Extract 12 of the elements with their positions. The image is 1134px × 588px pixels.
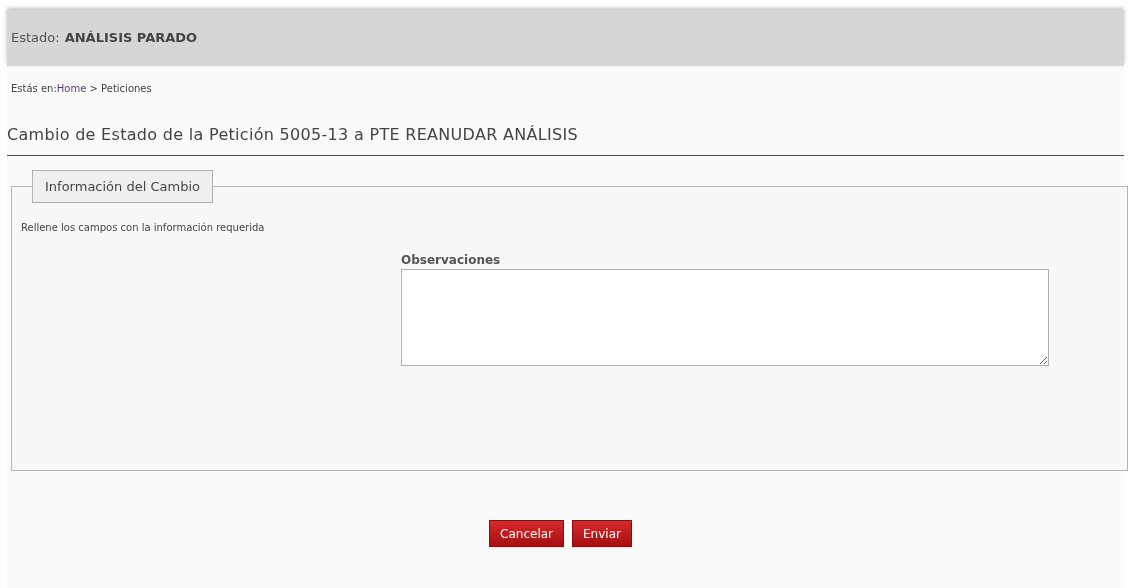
field-label: Observaciones bbox=[401, 252, 502, 268]
page-title: Cambio de Estado de la Petición 5005-13 a PTE REANUDAR ANÁLISIS bbox=[7, 124, 579, 146]
status-label: Estado: bbox=[11, 29, 60, 48]
status-value: ANÁLISIS PARADO bbox=[64, 29, 198, 48]
instructions-text: Rellene los campos con la información requerida bbox=[21, 221, 265, 235]
send-button[interactable]: Enviar bbox=[572, 520, 632, 547]
breadcrumb-label: Estás en: bbox=[11, 82, 57, 96]
observations-field[interactable] bbox=[401, 269, 1049, 366]
breadcrumb-link[interactable]: Home bbox=[56, 81, 87, 96]
cancel-button[interactable]: Cancelar bbox=[489, 520, 564, 547]
section-legend: Información del Cambio bbox=[32, 170, 213, 203]
breadcrumb-current: > Peticiones bbox=[88, 82, 152, 96]
